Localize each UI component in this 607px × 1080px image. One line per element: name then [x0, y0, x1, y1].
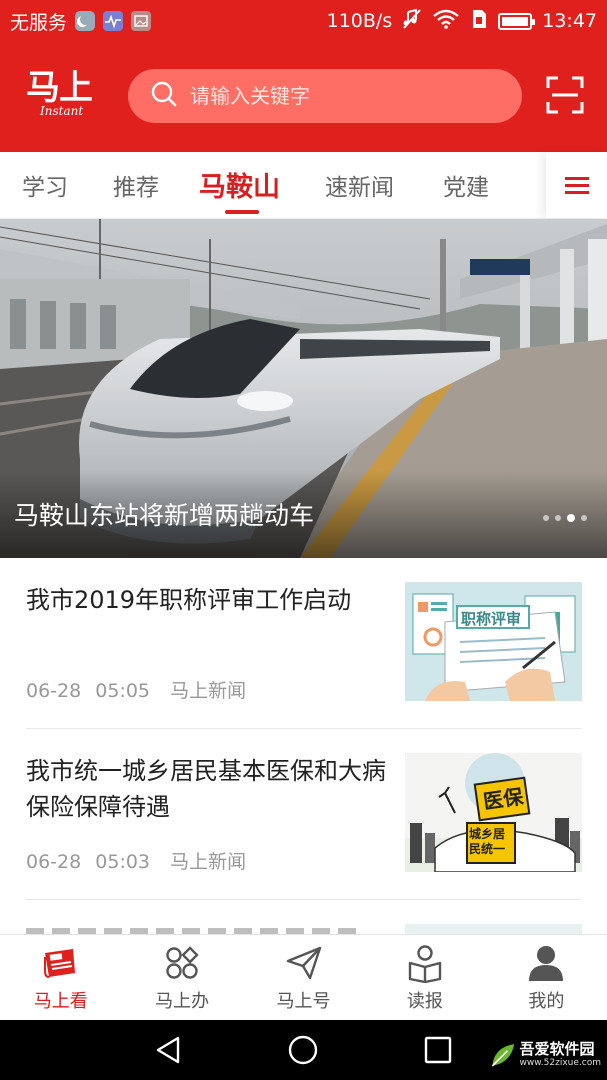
- carousel-dot: [543, 515, 549, 521]
- nav-wode[interactable]: 我的: [486, 935, 607, 1020]
- app-header: 马上 Instant: [0, 42, 607, 152]
- news-thumbnail: 职称评审: [405, 582, 582, 701]
- tab-recommend[interactable]: 推荐: [113, 168, 159, 202]
- search-bar[interactable]: [128, 69, 522, 123]
- grid-icon: [166, 946, 199, 979]
- nav-mashangkan[interactable]: 马上看: [0, 935, 121, 1020]
- recent-apps-icon[interactable]: [422, 1034, 454, 1066]
- carousel-dot: [555, 515, 561, 521]
- carousel-dot-active: [567, 514, 575, 522]
- watermark: 吾爱软件园 www.52zixue.com: [489, 1034, 601, 1076]
- status-bar: 无服务 110B/s 13:47: [0, 0, 607, 42]
- scan-icon[interactable]: [546, 76, 584, 114]
- user-icon: [529, 946, 564, 981]
- battery-icon: [498, 12, 536, 30]
- clock: 13:47: [542, 10, 597, 32]
- watermark-url: www.52zixue.com: [519, 1058, 601, 1068]
- sim-icon: [470, 8, 488, 35]
- nav-dubao[interactable]: 读报: [364, 935, 485, 1020]
- send-icon: [286, 946, 321, 980]
- news-source: 马上新闻: [170, 851, 247, 873]
- search-icon: [150, 80, 178, 112]
- news-source: 马上新闻: [170, 680, 247, 702]
- nav-label: 马上办: [155, 991, 210, 1012]
- leaf-logo-icon: [491, 1044, 515, 1067]
- news-title: 我市2019年职称评审工作启动: [26, 586, 352, 614]
- home-icon[interactable]: [287, 1034, 319, 1066]
- channel-tabs: 学习 推荐 马鞍山 速新闻 党建: [0, 152, 607, 219]
- nav-mashangban[interactable]: 马上办: [121, 935, 242, 1020]
- bottom-nav: 马上看 马上办 马上号 读报 我的: [0, 934, 607, 1020]
- news-item[interactable]: [0, 900, 607, 934]
- carousel-dot: [581, 515, 587, 521]
- nav-label: 马上看: [33, 991, 88, 1012]
- logo-sub-text: Instant: [40, 104, 84, 118]
- thumb-label: 城乡居民统一: [469, 827, 506, 856]
- carrier-text: 无服务: [10, 11, 68, 34]
- nav-mashanghao[interactable]: 马上号: [243, 935, 364, 1020]
- logo-main-text: 马上: [26, 68, 93, 108]
- news-thumbnail: 医保 城乡居民统一: [405, 753, 582, 872]
- gallery-app-icon: [131, 11, 152, 31]
- news-title-partial: [26, 924, 366, 934]
- news-date: 06-28: [26, 851, 82, 873]
- thumb-label: 职称评审: [461, 610, 522, 628]
- health-app-icon: [103, 11, 124, 31]
- tab-active-indicator: [225, 210, 259, 214]
- thumb-label: 医保: [481, 784, 525, 814]
- news-date: 06-28: [26, 680, 82, 702]
- news-meta: 06-28 05:03 马上新闻: [26, 847, 246, 874]
- tab-study[interactable]: 学习: [22, 168, 68, 202]
- news-item[interactable]: 我市统一城乡居民基本医保和大病保险保障待遇 06-28 05:03 马上新闻 医…: [0, 729, 607, 900]
- tab-party[interactable]: 党建: [443, 168, 489, 202]
- banner-carousel[interactable]: 马鞍山东站将新增两趟动车: [0, 219, 607, 558]
- night-mode-icon: [75, 11, 96, 31]
- tab-quick-news[interactable]: 速新闻: [325, 168, 394, 202]
- watermark-title: 吾爱软件园: [519, 1040, 595, 1058]
- back-icon[interactable]: [152, 1034, 184, 1066]
- search-input[interactable]: [190, 84, 490, 108]
- newspaper-icon: [43, 949, 75, 978]
- reader-icon: [408, 945, 442, 983]
- news-time: 05:05: [95, 680, 151, 702]
- news-title: 我市统一城乡居民基本医保和大病保险保障待遇: [26, 757, 386, 821]
- news-time: 05:03: [95, 851, 151, 873]
- menu-icon[interactable]: [546, 152, 607, 218]
- news-meta: 06-28 05:05 马上新闻: [26, 676, 246, 703]
- nav-label: 读报: [406, 991, 443, 1012]
- nav-label: 马上号: [276, 991, 331, 1012]
- wifi-icon: [432, 9, 460, 34]
- mute-icon: [402, 8, 422, 35]
- app-logo[interactable]: 马上 Instant: [26, 70, 102, 126]
- tab-maanshan[interactable]: 马鞍山: [199, 165, 280, 204]
- banner-title[interactable]: 马鞍山东站将新增两趟动车: [14, 496, 314, 532]
- network-speed: 110B/s: [326, 10, 393, 32]
- nav-label: 我的: [528, 991, 565, 1012]
- news-item[interactable]: 我市2019年职称评审工作启动 06-28 05:05 马上新闻 职称评审: [0, 558, 607, 729]
- news-thumbnail: [405, 924, 582, 934]
- system-nav-bar: 吾爱软件园 www.52zixue.com: [0, 1020, 607, 1080]
- carousel-indicator: [543, 514, 587, 522]
